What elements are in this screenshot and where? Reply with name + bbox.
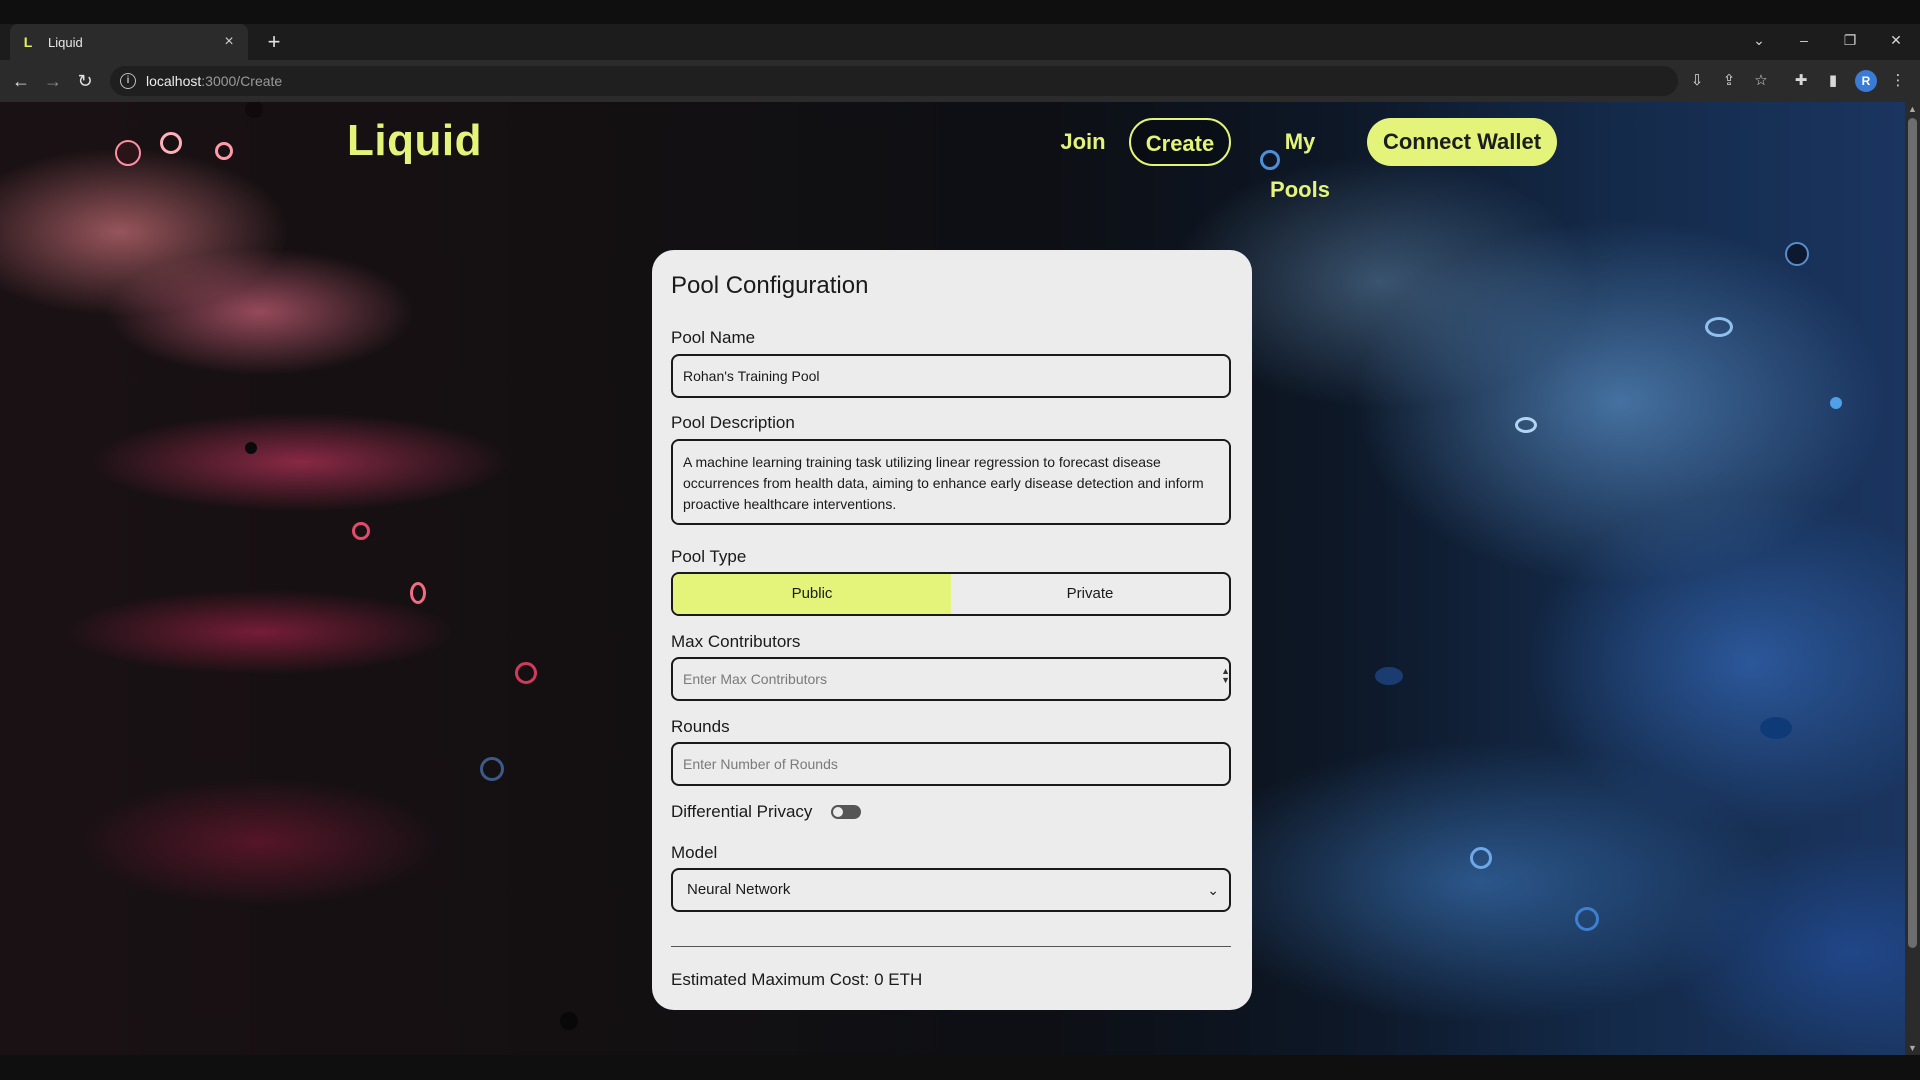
bubble-decoration: [245, 442, 257, 454]
scroll-up-icon[interactable]: ▲: [1905, 102, 1920, 116]
forward-icon[interactable]: →: [40, 68, 66, 94]
url-path: :3000/Create: [201, 73, 283, 89]
tab-title: Liquid: [48, 34, 83, 50]
bubble-decoration: [1785, 242, 1809, 266]
bubble-decoration: [1515, 417, 1537, 433]
close-tab-icon[interactable]: ×: [220, 33, 238, 51]
bookmark-star-icon[interactable]: ☆: [1750, 70, 1772, 92]
browser-tab[interactable]: L Liquid ×: [10, 24, 248, 60]
bubble-decoration: [1375, 667, 1403, 685]
connect-wallet-button[interactable]: Connect Wallet: [1367, 118, 1557, 166]
side-panel-icon[interactable]: ▮: [1822, 70, 1844, 92]
bubble-decoration: [1575, 907, 1599, 931]
switch-knob: [833, 807, 843, 817]
favicon-icon: L: [23, 34, 33, 50]
close-window-icon[interactable]: ✕: [1874, 24, 1918, 56]
nav-my-pools[interactable]: My Pools: [1252, 118, 1348, 202]
number-spinner-icon[interactable]: ▲ ▼: [1221, 667, 1230, 685]
menu-kebab-icon[interactable]: ⋮: [1887, 70, 1909, 92]
address-bar[interactable]: i localhost :3000/Create: [110, 66, 1678, 96]
pool-type-private[interactable]: Private: [951, 574, 1229, 614]
max-contributors-wrapper: ▲▼: [652, 657, 1252, 701]
pool-type-public[interactable]: Public: [673, 574, 951, 614]
window-bottom-edge: [0, 1055, 1920, 1080]
pool-description-textarea[interactable]: A machine learning training task utilizi…: [671, 439, 1231, 525]
model-select[interactable]: Neural Network ⌄: [671, 868, 1231, 912]
nav-join[interactable]: Join: [1058, 118, 1108, 166]
differential-privacy-label: Differential Privacy: [671, 802, 813, 821]
bubble-decoration: [160, 132, 182, 154]
pool-type-label: Pool Type: [671, 547, 747, 566]
bubble-decoration: [115, 140, 141, 166]
pool-name-label: Pool Name: [671, 328, 756, 347]
card-title: Pool Configuration: [671, 272, 869, 299]
rounds-input[interactable]: [671, 742, 1231, 786]
bubble-decoration: [245, 102, 263, 118]
restore-icon[interactable]: ❐: [1828, 24, 1872, 56]
tab-strip: L Liquid × +: [0, 24, 1920, 60]
bubble-decoration: [1705, 317, 1733, 337]
bubble-decoration: [480, 757, 504, 781]
page-viewport: Liquid Join Create My Pools Connect Wall…: [0, 102, 1905, 1055]
page-scrollbar[interactable]: ▲ ▼: [1905, 102, 1920, 1055]
pool-name-input[interactable]: [671, 354, 1231, 398]
nav-create[interactable]: Create: [1129, 118, 1231, 166]
scroll-down-icon[interactable]: ▼: [1905, 1041, 1920, 1055]
new-tab-icon[interactable]: +: [262, 30, 286, 54]
site-info-icon[interactable]: i: [120, 73, 136, 89]
reload-icon[interactable]: ↻: [72, 68, 98, 94]
pool-type-toggle: Public Private: [671, 572, 1231, 616]
bubble-decoration: [560, 1012, 578, 1030]
model-select-value: Neural Network: [687, 881, 791, 898]
url-host: localhost: [146, 73, 202, 89]
scrollbar-thumb[interactable]: [1908, 118, 1917, 948]
bubble-decoration: [410, 582, 426, 604]
bubble-decoration: [352, 522, 370, 540]
share-icon[interactable]: ⇪: [1718, 70, 1740, 92]
window-titlebar: [0, 0, 1920, 24]
profile-avatar[interactable]: R: [1855, 70, 1877, 92]
extensions-icon[interactable]: ✚: [1790, 70, 1812, 92]
estimated-cost-text: Estimated Maximum Cost: 0 ETH: [671, 970, 923, 989]
bubble-decoration: [1760, 717, 1792, 739]
max-contributors-input[interactable]: [671, 657, 1231, 701]
pool-configuration-card: Pool Configuration Pool Name Pool Descri…: [652, 250, 1252, 1010]
rounds-label: Rounds: [671, 717, 730, 736]
divider: [671, 946, 1231, 947]
pool-description-label: Pool Description: [671, 413, 795, 432]
model-label: Model: [671, 843, 718, 862]
install-icon[interactable]: ⇩: [1686, 70, 1708, 92]
tab-search-icon[interactable]: ⌄: [1737, 24, 1781, 56]
bubble-decoration: [1830, 397, 1842, 409]
bubble-decoration: [515, 662, 537, 684]
differential-privacy-switch[interactable]: [831, 805, 861, 819]
browser-toolbar: ← → ↻ i localhost :3000/Create ⇩ ⇪ ☆ ✚ ▮…: [0, 60, 1920, 102]
chevron-down-icon: ⌄: [1207, 882, 1219, 898]
bubble-decoration: [215, 142, 233, 160]
back-icon[interactable]: ←: [8, 68, 34, 94]
max-contributors-label: Max Contributors: [671, 632, 801, 651]
bubble-decoration: [1470, 847, 1492, 869]
minimize-icon[interactable]: –: [1782, 24, 1826, 56]
site-logo[interactable]: Liquid: [347, 116, 482, 166]
